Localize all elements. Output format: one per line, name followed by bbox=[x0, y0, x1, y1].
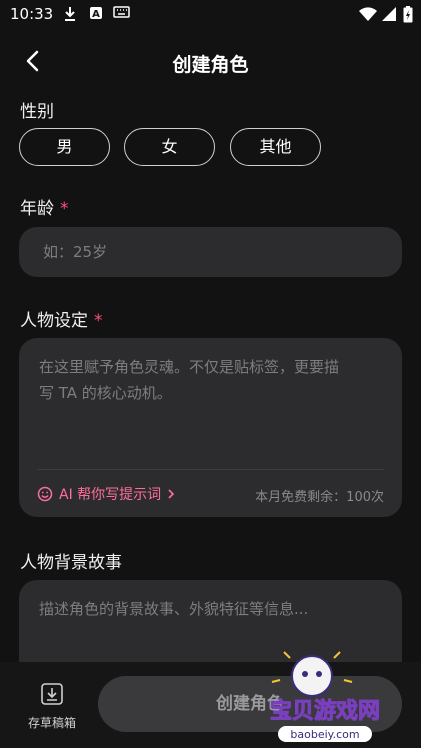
required-mark: * bbox=[94, 311, 103, 331]
chevron-right-icon bbox=[168, 489, 175, 499]
divider bbox=[37, 469, 384, 470]
persona-label: 人物设定 * bbox=[20, 306, 103, 331]
keyboard-icon bbox=[113, 6, 130, 18]
svg-text:baobeiy.com: baobeiy.com bbox=[290, 728, 359, 741]
persona-placeholder-line2: 写 TA 的核心动机。 bbox=[39, 384, 172, 402]
save-draft-button[interactable]: 存草稿箱 bbox=[22, 682, 82, 731]
age-label: 年龄 * bbox=[20, 194, 69, 219]
backstory-placeholder: 描述角色的背景故事、外貌特征等信息... bbox=[39, 600, 309, 618]
smile-icon bbox=[37, 486, 53, 502]
battery-charging-icon bbox=[403, 6, 413, 23]
gender-label: 性别 bbox=[20, 102, 54, 122]
svg-text:A: A bbox=[92, 9, 100, 20]
age-placeholder: 如：25岁 bbox=[43, 243, 108, 261]
quota-text: 本月免费剩余：100次 bbox=[255, 490, 384, 505]
ai-helper-button[interactable]: AI 帮你写提示词 bbox=[37, 484, 176, 504]
persona-textarea[interactable]: 在这里赋予角色灵魂。不仅是贴标签，更要描 写 TA 的核心动机。 AI 帮你写提… bbox=[19, 338, 402, 517]
persona-placeholder-line1: 在这里赋予角色灵魂。不仅是贴标签，更要描 bbox=[39, 358, 340, 376]
a-icon: A bbox=[90, 7, 102, 20]
persona-label-text: 人物设定 bbox=[20, 311, 88, 331]
gender-option-female[interactable]: 女 bbox=[124, 128, 215, 166]
gender-option-other[interactable]: 其他 bbox=[230, 128, 321, 166]
download-icon bbox=[65, 7, 75, 21]
svg-text:宝贝游戏网: 宝贝游戏网 bbox=[270, 698, 380, 724]
backstory-label: 人物背景故事 bbox=[20, 553, 122, 573]
age-input[interactable]: 如：25岁 bbox=[19, 227, 402, 277]
status-time: 10:33 bbox=[10, 5, 54, 23]
signal-icon bbox=[382, 7, 396, 21]
status-bar: 10:33 A bbox=[0, 0, 421, 28]
save-draft-icon bbox=[41, 683, 63, 705]
ai-helper-label: AI 帮你写提示词 bbox=[59, 487, 162, 503]
watermark-logo: 宝贝游戏网 baobeiy.com bbox=[269, 651, 381, 742]
page-title: 创建角色 bbox=[172, 54, 249, 76]
gender-option-male[interactable]: 男 bbox=[19, 128, 110, 166]
required-mark: * bbox=[60, 199, 69, 219]
age-label-text: 年龄 bbox=[20, 199, 54, 219]
header: 创建角色 bbox=[0, 40, 421, 84]
wifi-icon bbox=[359, 7, 377, 21]
save-draft-label: 存草稿箱 bbox=[27, 716, 76, 730]
